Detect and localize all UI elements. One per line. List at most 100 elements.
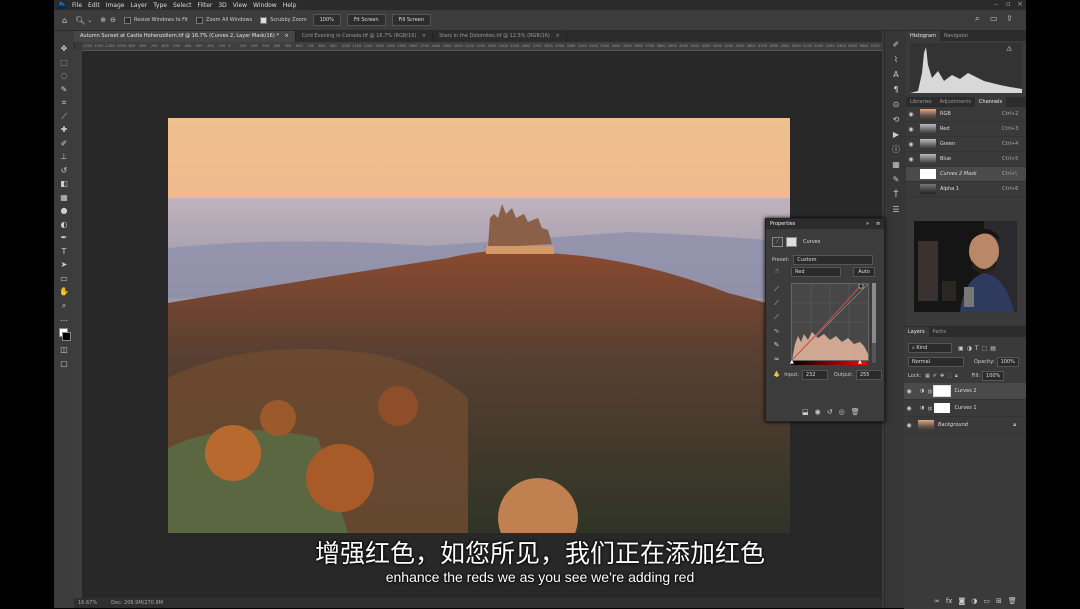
menu-view[interactable]: View bbox=[233, 2, 247, 9]
hand-tool-icon[interactable]: ✋ bbox=[58, 286, 70, 298]
channel-select[interactable]: Red bbox=[791, 267, 841, 277]
menu-3d[interactable]: 3D bbox=[218, 2, 226, 9]
zoom-tool-icon[interactable]: 🔍︎ bbox=[75, 16, 85, 25]
share-icon[interactable]: ⇪ bbox=[1006, 14, 1013, 23]
menu-window[interactable]: Window bbox=[253, 2, 277, 9]
menu-edit[interactable]: Edit bbox=[88, 2, 100, 9]
background-color-swatch[interactable] bbox=[62, 331, 71, 341]
minimize-icon[interactable]: – bbox=[994, 0, 998, 8]
workspace-icon[interactable]: ▭ bbox=[990, 14, 998, 23]
document-size[interactable]: Doc: 206.9M/270.9M bbox=[111, 600, 163, 606]
mask-icon[interactable] bbox=[786, 237, 797, 247]
healing-brush-tool-icon[interactable]: ✚ bbox=[58, 124, 70, 136]
horizontal-ruler[interactable]: -1300 -1200 -1100 -1000 -900 -800 -700 -600 -500… bbox=[82, 42, 882, 51]
close-tab-icon[interactable]: × bbox=[284, 33, 288, 39]
more-tools-icon[interactable]: … bbox=[58, 313, 70, 325]
visibility-eye-icon[interactable]: ◉ bbox=[904, 422, 914, 429]
scrubby-zoom-checkbox[interactable]: Scrubby Zoom bbox=[260, 16, 307, 24]
move-tool-icon[interactable]: ✥ bbox=[58, 43, 70, 55]
tab-autumn-sunset[interactable]: Autumn Sunset at Castle Hohenzollern.tif… bbox=[74, 31, 296, 42]
black-slider-icon[interactable]: ▲ bbox=[790, 359, 794, 365]
fit-screen-button[interactable]: Fit Screen bbox=[346, 14, 386, 26]
maximize-icon[interactable]: ▫ bbox=[1006, 0, 1011, 8]
menu-image[interactable]: Image bbox=[106, 2, 125, 9]
visibility-eye-icon[interactable]: ◉ bbox=[906, 156, 916, 163]
toggle-visibility-icon[interactable]: ◎ bbox=[839, 408, 845, 416]
zoom-in-icon[interactable]: ⊕ bbox=[100, 16, 106, 24]
menu-select[interactable]: Select bbox=[173, 2, 192, 9]
filter-smart-icon[interactable]: ▤ bbox=[990, 345, 996, 352]
lasso-tool-icon[interactable]: ◌ bbox=[58, 70, 70, 82]
zoom-tool-icon[interactable]: ⌕ bbox=[58, 300, 70, 312]
channel-row[interactable]: ◉ Red Ctrl+3 bbox=[906, 122, 1026, 137]
reset-icon[interactable]: ↺ bbox=[827, 408, 833, 416]
layer-row-curves-1[interactable]: ◉ ◑ ⛓ Curves 1 bbox=[904, 400, 1026, 417]
visibility-eye-icon[interactable]: ◉ bbox=[904, 405, 914, 412]
menu-type[interactable]: Type bbox=[153, 2, 167, 9]
notes-icon[interactable]: ✎ bbox=[890, 174, 902, 186]
history-icon[interactable]: ⟲ bbox=[890, 114, 902, 126]
menu-filter[interactable]: Filter bbox=[198, 2, 213, 9]
brush-settings-icon[interactable]: ✐ bbox=[890, 39, 902, 51]
panel-scrollbar[interactable] bbox=[872, 283, 876, 363]
history-brush-tool-icon[interactable]: ↺ bbox=[58, 165, 70, 177]
input-field[interactable]: 232 bbox=[801, 370, 828, 380]
marquee-tool-icon[interactable]: ⬚ bbox=[58, 57, 70, 69]
layer-style-icon[interactable]: fx bbox=[946, 597, 953, 605]
layer-mask-thumbnail[interactable] bbox=[934, 403, 951, 413]
kind-filter-select[interactable]: ⌕ Kind bbox=[908, 343, 952, 353]
lock-icon[interactable]: 🔒︎ bbox=[1013, 422, 1016, 428]
pen-tool-icon[interactable]: ✒ bbox=[58, 232, 70, 244]
new-adjustment-icon[interactable]: ◑ bbox=[971, 597, 977, 605]
channel-row[interactable]: ◉ RGB Ctrl+2 bbox=[906, 107, 1026, 122]
dodge-tool-icon[interactable]: ◐ bbox=[58, 219, 70, 231]
black-point-eyedropper-icon[interactable]: ⟋ bbox=[772, 285, 781, 294]
screen-mode-icon[interactable]: ▢ bbox=[58, 358, 70, 370]
crop-tool-icon[interactable]: ⌗ bbox=[58, 97, 70, 109]
chevron-down-icon[interactable]: ⌄ bbox=[87, 17, 92, 24]
lock-pixels-icon[interactable]: ▦ bbox=[925, 373, 930, 379]
paragraph-icon[interactable]: ¶ bbox=[890, 84, 902, 96]
pencil-draw-icon[interactable]: ✎ bbox=[772, 341, 781, 350]
quick-mask-icon[interactable]: ◫ bbox=[58, 344, 70, 356]
white-point-eyedropper-icon[interactable]: ⟋ bbox=[772, 313, 781, 322]
close-tab-icon[interactable]: × bbox=[555, 33, 559, 39]
resize-windows-checkbox[interactable]: Resize Windows to Fit bbox=[124, 16, 188, 24]
brushes-icon[interactable]: ⌇ bbox=[890, 54, 902, 66]
swatches-icon[interactable]: ▦ bbox=[890, 159, 902, 171]
search-icon[interactable]: ⌕ bbox=[975, 14, 979, 24]
eyedropper-tool-icon[interactable]: ⟋ bbox=[58, 111, 70, 123]
layer-row-background[interactable]: ◉ Background 🔒︎ bbox=[904, 417, 1026, 434]
view-previous-icon[interactable]: ◉ bbox=[815, 408, 821, 416]
document-photo[interactable] bbox=[168, 118, 790, 533]
character-icon[interactable]: A bbox=[890, 69, 902, 81]
channel-row[interactable]: ◉ Green Ctrl+4 bbox=[906, 137, 1026, 152]
filter-shape-icon[interactable]: ⬚ bbox=[982, 345, 988, 352]
tab-navigator[interactable]: Navigator bbox=[940, 31, 972, 41]
brush-tool-icon[interactable]: ✐ bbox=[58, 138, 70, 150]
channel-row[interactable]: Curves 2 Mask Ctrl+\ bbox=[906, 167, 1026, 182]
zoom-level[interactable]: 16.67% bbox=[78, 600, 97, 606]
tab-histogram[interactable]: Histogram bbox=[906, 31, 940, 41]
preset-select[interactable]: Custom bbox=[793, 255, 874, 265]
auto-button[interactable]: Auto bbox=[853, 267, 875, 277]
menu-layer[interactable]: Layer bbox=[130, 2, 147, 9]
warning-icon[interactable]: ⚠ bbox=[1006, 45, 1012, 53]
new-layer-icon[interactable]: ⊞ bbox=[996, 597, 1002, 605]
menu-help[interactable]: Help bbox=[283, 2, 297, 9]
color-swatches[interactable] bbox=[58, 327, 71, 343]
white-slider-icon[interactable]: ▲ bbox=[858, 359, 862, 365]
gradient-tool-icon[interactable]: ▦ bbox=[58, 192, 70, 204]
layer-row-curves-2[interactable]: ◉ ◑ ⛓ Curves 2 bbox=[904, 383, 1026, 400]
type-tool-icon[interactable]: T bbox=[58, 246, 70, 258]
glyphs-icon[interactable]: Ť bbox=[890, 189, 902, 201]
close-tab-icon[interactable]: × bbox=[422, 33, 426, 39]
tab-paths[interactable]: Paths bbox=[929, 327, 951, 337]
lock-paint-icon[interactable]: ✐ bbox=[933, 373, 937, 379]
scrollbar-thumb[interactable] bbox=[872, 283, 876, 343]
lock-artboard-icon[interactable]: ⬚ bbox=[947, 373, 952, 379]
collapse-icon[interactable]: » bbox=[866, 219, 869, 229]
clip-to-layer-icon[interactable]: ⬓ bbox=[802, 408, 809, 416]
visibility-eye-icon[interactable]: ◉ bbox=[906, 111, 916, 118]
properties-icon[interactable]: ☰ bbox=[890, 204, 902, 216]
